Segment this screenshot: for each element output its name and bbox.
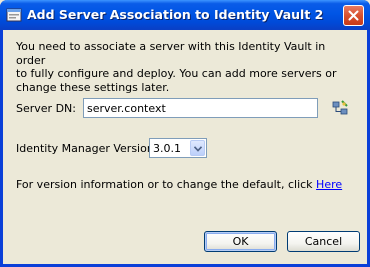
browse-tree-icon[interactable] [332,100,349,117]
description-line: You need to associate a server with this… [16,40,326,67]
version-info-label: For version information or to change the… [16,178,317,191]
server-dn-input[interactable] [83,98,318,118]
description-line: change these settings later. [16,80,170,94]
idm-version-select[interactable]: 3.0.1 [149,138,207,158]
dropdown-button[interactable] [190,140,205,156]
close-button[interactable] [343,5,364,26]
dialog-window: Add Server Association to Identity Vault… [0,0,370,267]
ok-button[interactable]: OK [204,231,277,252]
idm-version-label: Identity Manager Version: [16,142,158,155]
description-line: to fully configure and deploy. You can a… [16,67,337,80]
close-icon [348,10,359,21]
description-text: You need to associate a server with this… [16,40,346,94]
chevron-down-icon [194,146,202,152]
title-bar[interactable]: Add Server Association to Identity Vault… [0,0,370,30]
window-title: Add Server Association to Identity Vault… [27,7,324,22]
dialog-app-icon [6,8,22,22]
server-dn-label: Server DN: [16,102,76,115]
cancel-button[interactable]: Cancel [287,231,360,252]
version-info-text: For version information or to change the… [16,178,342,191]
here-link[interactable]: Here [316,178,342,191]
idm-version-value: 3.0.1 [153,142,181,155]
